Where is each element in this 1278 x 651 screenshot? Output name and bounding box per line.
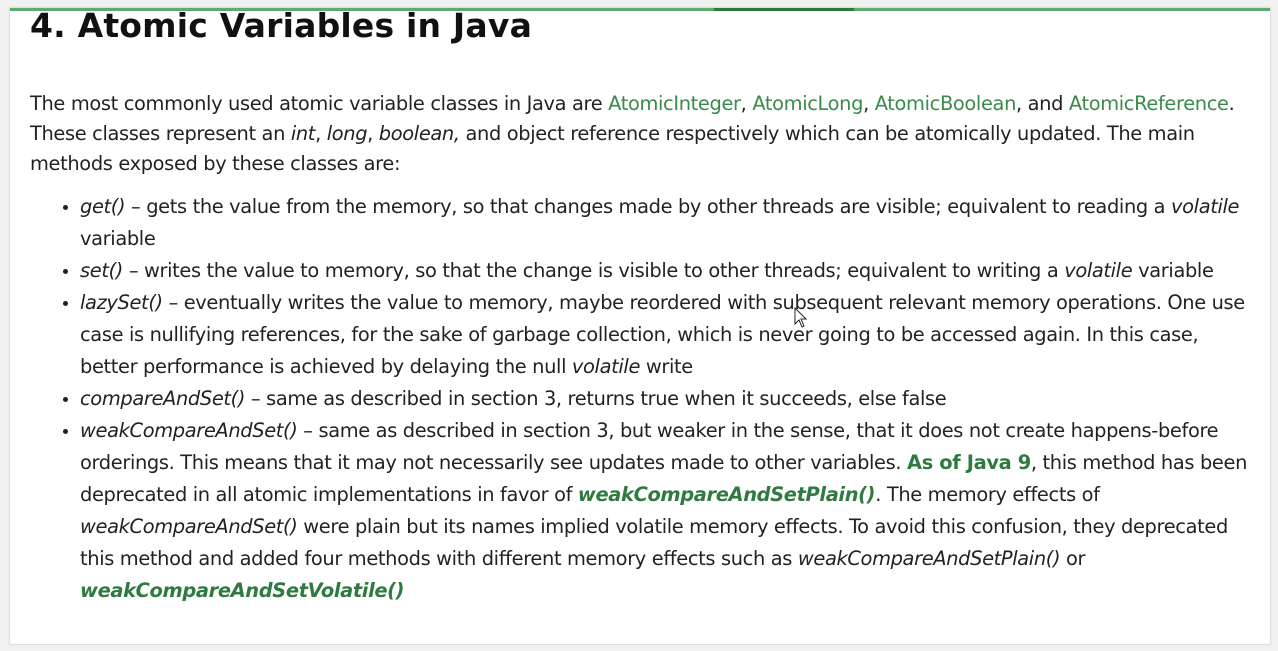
item-text: variable bbox=[80, 227, 156, 250]
article-content: The most commonly used atomic variable c… bbox=[30, 89, 1252, 607]
atomicreference-link[interactable]: AtomicReference bbox=[1069, 92, 1229, 115]
item-text: – writes the value to memory, so that th… bbox=[123, 259, 1065, 282]
list-item-compareandset: compareAndSet() – same as described in s… bbox=[80, 383, 1252, 415]
intro-text-1: The most commonly used atomic variable c… bbox=[30, 92, 609, 115]
intro-text-6: , bbox=[315, 122, 327, 145]
intro-text-4: , and bbox=[1016, 92, 1069, 115]
item-em: volatile bbox=[1064, 259, 1133, 282]
intro-paragraph: The most commonly used atomic variable c… bbox=[30, 89, 1252, 179]
atomiclong-link[interactable]: AtomicLong bbox=[752, 92, 863, 115]
intro-em-boolean: boolean, bbox=[378, 122, 460, 145]
intro-text-3: , bbox=[863, 92, 875, 115]
item-em: weakCompareAndSetPlain() bbox=[797, 547, 1061, 570]
weakcompareandsetplain-link[interactable]: weakCompareAndSetPlain() bbox=[578, 483, 876, 506]
method-name: get() bbox=[80, 195, 126, 218]
list-item-lazyset: lazySet() – eventually writes the value … bbox=[80, 287, 1252, 383]
mouse-cursor-icon bbox=[794, 307, 808, 328]
item-text: – same as described in section 3, return… bbox=[245, 387, 947, 410]
atomicboolean-link[interactable]: AtomicBoolean bbox=[875, 92, 1017, 115]
weakcompareandsetvolatile-link[interactable]: weakCompareAndSetVolatile() bbox=[80, 579, 405, 602]
method-name: compareAndSet() bbox=[80, 387, 246, 410]
list-item-set: set() – writes the value to memory, so t… bbox=[80, 255, 1252, 287]
item-em: volatile bbox=[571, 355, 641, 378]
as-of-java-9-link[interactable]: As of Java 9 bbox=[907, 451, 1031, 474]
intro-text-2: , bbox=[740, 92, 753, 115]
atomicinteger-link[interactable]: AtomicInteger bbox=[608, 92, 741, 115]
list-item-get: get() – gets the value from the memory, … bbox=[80, 191, 1252, 255]
methods-list: get() – gets the value from the memory, … bbox=[30, 191, 1252, 607]
list-item-weakcompareandset: weakCompareAndSet() – same as described … bbox=[80, 415, 1252, 607]
reading-progress-indicator bbox=[714, 8, 854, 11]
method-name: lazySet() bbox=[80, 291, 163, 314]
item-text: or bbox=[1060, 547, 1086, 570]
article-page: 4. Atomic Variables in Java The most com… bbox=[10, 8, 1270, 644]
item-text: variable bbox=[1132, 259, 1214, 282]
intro-em-long: long bbox=[326, 122, 368, 145]
method-name: weakCompareAndSet() bbox=[80, 419, 298, 442]
item-text: write bbox=[640, 355, 693, 378]
method-name: set() bbox=[80, 259, 124, 282]
item-em: volatile bbox=[1171, 195, 1240, 218]
intro-text-7: , bbox=[367, 122, 379, 145]
section-heading: 4. Atomic Variables in Java bbox=[30, 8, 533, 45]
item-text: . The memory effects of bbox=[875, 483, 1100, 506]
item-em: weakCompareAndSet() bbox=[80, 515, 298, 538]
intro-em-int: int bbox=[290, 122, 316, 145]
item-text: – gets the value from the memory, so tha… bbox=[125, 195, 1172, 218]
